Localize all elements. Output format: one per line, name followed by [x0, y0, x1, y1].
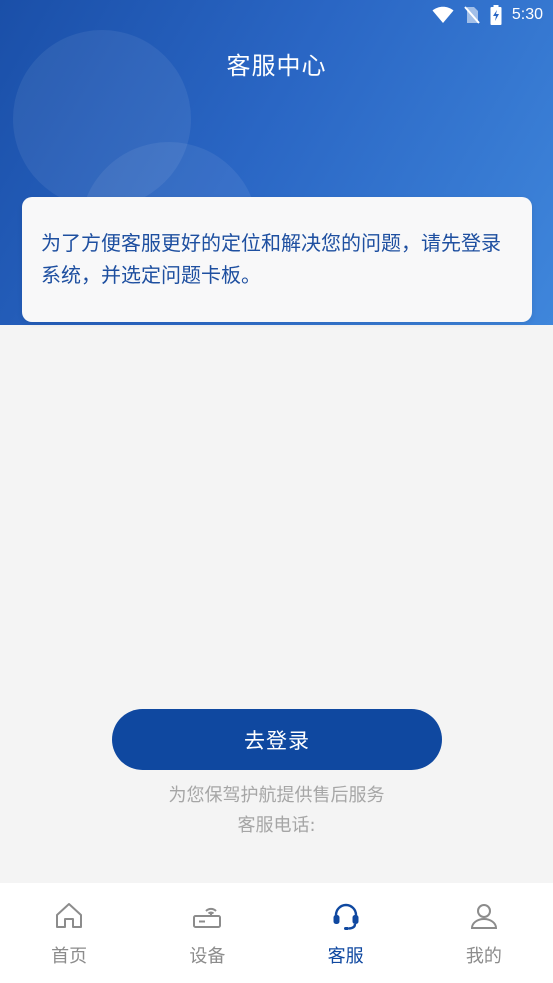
home-icon — [56, 903, 83, 928]
status-bar: 5:30 — [432, 0, 543, 30]
wifi-icon — [432, 6, 454, 23]
no-sim-icon — [464, 6, 480, 24]
service-phone-label: 客服电话: — [237, 815, 316, 836]
headset-icon — [333, 903, 359, 930]
tab-device[interactable]: 设备 — [138, 883, 276, 983]
bottom-tab-bar: 首页 设备 客服 我的 — [0, 883, 553, 983]
user-icon — [470, 904, 497, 929]
tab-label: 设备 — [189, 946, 226, 967]
service-tagline: 为您保驾护航提供售后服务 — [168, 785, 385, 806]
tab-home[interactable]: 首页 — [0, 883, 138, 983]
notice-text: 为了方便客服更好的定位和解决您的问题，请先登录系统，并选定问题卡板。 — [41, 231, 501, 287]
battery-charging-icon — [490, 5, 502, 25]
page-title: 客服中心 — [226, 52, 327, 80]
clock: 5:30 — [511, 6, 543, 23]
tab-mine[interactable]: 我的 — [415, 883, 553, 983]
notice-card: 为了方便客服更好的定位和解决您的问题，请先登录系统，并选定问题卡板。 — [22, 197, 532, 322]
tab-label: 客服 — [327, 946, 364, 967]
tab-service[interactable]: 客服 — [277, 883, 415, 983]
router-icon — [193, 907, 222, 928]
login-button[interactable]: 去登录 — [112, 709, 442, 770]
tab-label: 我的 — [465, 946, 502, 967]
tab-label: 首页 — [51, 946, 88, 967]
